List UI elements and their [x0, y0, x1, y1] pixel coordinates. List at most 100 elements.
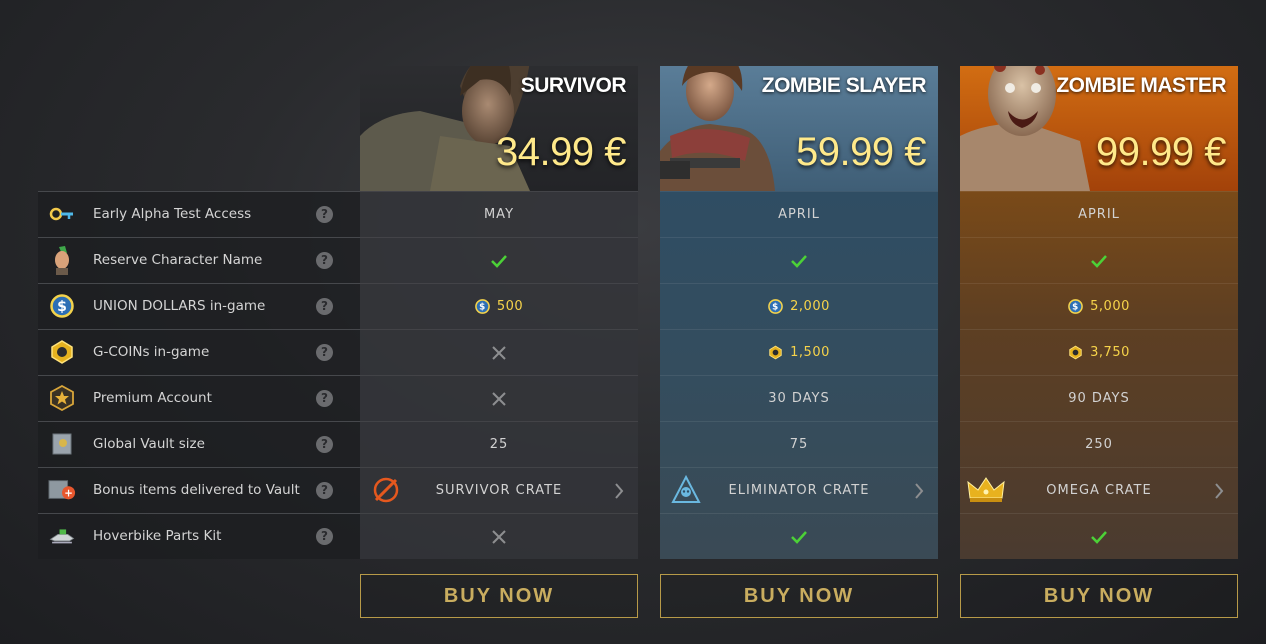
cell-reserve-name — [360, 237, 638, 283]
cell-alpha-access: APRIL — [960, 191, 1238, 237]
tier-price: 59.99 € — [796, 130, 926, 174]
tier-price: 99.99 € — [1096, 130, 1226, 174]
tier-zombie-slayer: ZOMBIE SLAYER 59.99 € APRIL $ 2,000 1,50… — [660, 0, 938, 644]
union-dollar-icon: $ — [1068, 299, 1083, 314]
bonus-items-icon: + — [48, 476, 76, 504]
feature-row-hoverbike: Hoverbike Parts Kit ? — [38, 513, 360, 559]
svg-text:$: $ — [57, 299, 67, 315]
check-icon — [1091, 530, 1107, 544]
cell-reserve-name — [660, 237, 938, 283]
buy-now-button[interactable]: BUY NOW — [660, 574, 938, 618]
cell-union-dollars: $ 500 — [360, 283, 638, 329]
feature-label: Global Vault size — [93, 436, 205, 452]
cell-alpha-access: APRIL — [660, 191, 938, 237]
help-icon[interactable]: ? — [316, 298, 333, 315]
vault-icon — [48, 430, 76, 458]
tier-name: ZOMBIE SLAYER — [761, 74, 927, 97]
g-coin-amount: 1,500 — [790, 345, 830, 360]
cell-hoverbike — [960, 513, 1238, 559]
g-coin-icon — [48, 338, 76, 366]
chevron-right-icon[interactable] — [614, 482, 624, 500]
character-icon — [48, 246, 76, 275]
feature-label: Early Alpha Test Access — [93, 206, 252, 222]
key-icon — [48, 200, 76, 228]
cross-icon — [492, 345, 506, 360]
feature-label: Bonus items delivered to Vault — [93, 482, 300, 498]
check-icon — [1091, 254, 1107, 268]
premium-star-icon — [48, 384, 76, 412]
cell-g-coins: 3,750 — [960, 329, 1238, 375]
feature-row-vault: Global Vault size ? — [38, 421, 360, 467]
svg-text:+: + — [64, 488, 73, 500]
tier-header: SURVIVOR 34.99 € — [360, 66, 638, 191]
check-icon — [791, 530, 807, 544]
feature-row-g-coins: G-COINs in-game ? — [38, 329, 360, 375]
feature-row-premium: Premium Account ? — [38, 375, 360, 421]
union-dollar-amount: 500 — [496, 299, 524, 314]
buy-now-button[interactable]: BUY NOW — [360, 574, 638, 618]
svg-text:$: $ — [1072, 303, 1079, 313]
hoverbike-icon — [48, 522, 76, 550]
feature-label: Premium Account — [93, 390, 212, 406]
svg-text:$: $ — [479, 303, 486, 313]
cell-union-dollars: $ 5,000 — [960, 283, 1238, 329]
survivor-crate-icon — [373, 477, 399, 503]
buy-now-button[interactable]: BUY NOW — [960, 574, 1238, 618]
help-icon[interactable]: ? — [316, 390, 333, 407]
feature-row-bonus-items: + Bonus items delivered to Vault ? — [38, 467, 360, 513]
cell-crate[interactable]: ELIMINATOR CRATE — [660, 467, 938, 513]
tier-body: APRIL $ 2,000 1,500 30 DAYS 75 ELIMINATO… — [660, 191, 938, 559]
svg-text:$: $ — [772, 303, 779, 313]
tier-zombie-master: ZOMBIE MASTER 99.99 € APRIL $ 5,000 3,75… — [960, 0, 1238, 644]
tier-header: ZOMBIE SLAYER 59.99 € — [660, 66, 938, 191]
help-icon[interactable]: ? — [316, 252, 333, 269]
feature-row-union-dollars: $ UNION DOLLARS in-game ? — [38, 283, 360, 329]
cell-reserve-name — [960, 237, 1238, 283]
cell-crate[interactable]: SURVIVOR CRATE — [360, 467, 638, 513]
chevron-right-icon[interactable] — [914, 482, 924, 500]
tier-name: SURVIVOR — [520, 74, 627, 97]
feature-label: G-COINs in-game — [93, 344, 210, 360]
union-dollar-amount: 2,000 — [790, 299, 830, 314]
union-dollar-icon: $ — [474, 299, 490, 314]
g-coin-icon — [769, 345, 782, 360]
crate-label: OMEGA CRATE — [1046, 483, 1152, 498]
g-coin-amount: 3,750 — [1090, 345, 1130, 360]
feature-label: Reserve Character Name — [93, 252, 263, 268]
cell-vault-size: 75 — [660, 421, 938, 467]
feature-label: UNION DOLLARS in-game — [93, 298, 266, 314]
eliminator-crate-icon — [671, 474, 701, 503]
tier-body: APRIL $ 5,000 3,750 90 DAYS 250 OMEGA CR… — [960, 191, 1238, 559]
cell-vault-size: 250 — [960, 421, 1238, 467]
crate-label: ELIMINATOR CRATE — [728, 483, 870, 498]
cross-icon — [492, 529, 506, 544]
cell-vault-size: 25 — [360, 421, 638, 467]
cell-alpha-access: MAY — [360, 191, 638, 237]
cell-premium — [360, 375, 638, 421]
cell-crate[interactable]: OMEGA CRATE — [960, 467, 1238, 513]
cell-g-coins — [360, 329, 638, 375]
feature-label: Hoverbike Parts Kit — [93, 528, 222, 544]
g-coin-icon — [1069, 345, 1082, 360]
union-dollar-icon: $ — [48, 292, 76, 320]
feature-label-column: Early Alpha Test Access ? Reserve Charac… — [38, 191, 360, 559]
help-icon[interactable]: ? — [316, 436, 333, 453]
crate-label: SURVIVOR CRATE — [435, 483, 563, 498]
cell-g-coins: 1,500 — [660, 329, 938, 375]
union-dollar-amount: 5,000 — [1090, 299, 1130, 314]
check-icon — [791, 254, 807, 268]
feature-row-alpha-access: Early Alpha Test Access ? — [38, 191, 360, 237]
help-icon[interactable]: ? — [316, 206, 333, 223]
check-icon — [491, 254, 507, 268]
tier-price: 34.99 € — [496, 130, 626, 174]
union-dollar-icon: $ — [768, 299, 783, 314]
cell-premium: 90 DAYS — [960, 375, 1238, 421]
tier-survivor: SURVIVOR 34.99 € MAY $ 500 25 SURVIVOR C… — [360, 0, 638, 644]
feature-row-reserve-name: Reserve Character Name ? — [38, 237, 360, 283]
omega-crown-icon — [967, 477, 1005, 502]
chevron-right-icon[interactable] — [1214, 482, 1224, 500]
help-icon[interactable]: ? — [316, 528, 333, 545]
cell-premium: 30 DAYS — [660, 375, 938, 421]
help-icon[interactable]: ? — [316, 344, 333, 361]
help-icon[interactable]: ? — [316, 482, 333, 499]
